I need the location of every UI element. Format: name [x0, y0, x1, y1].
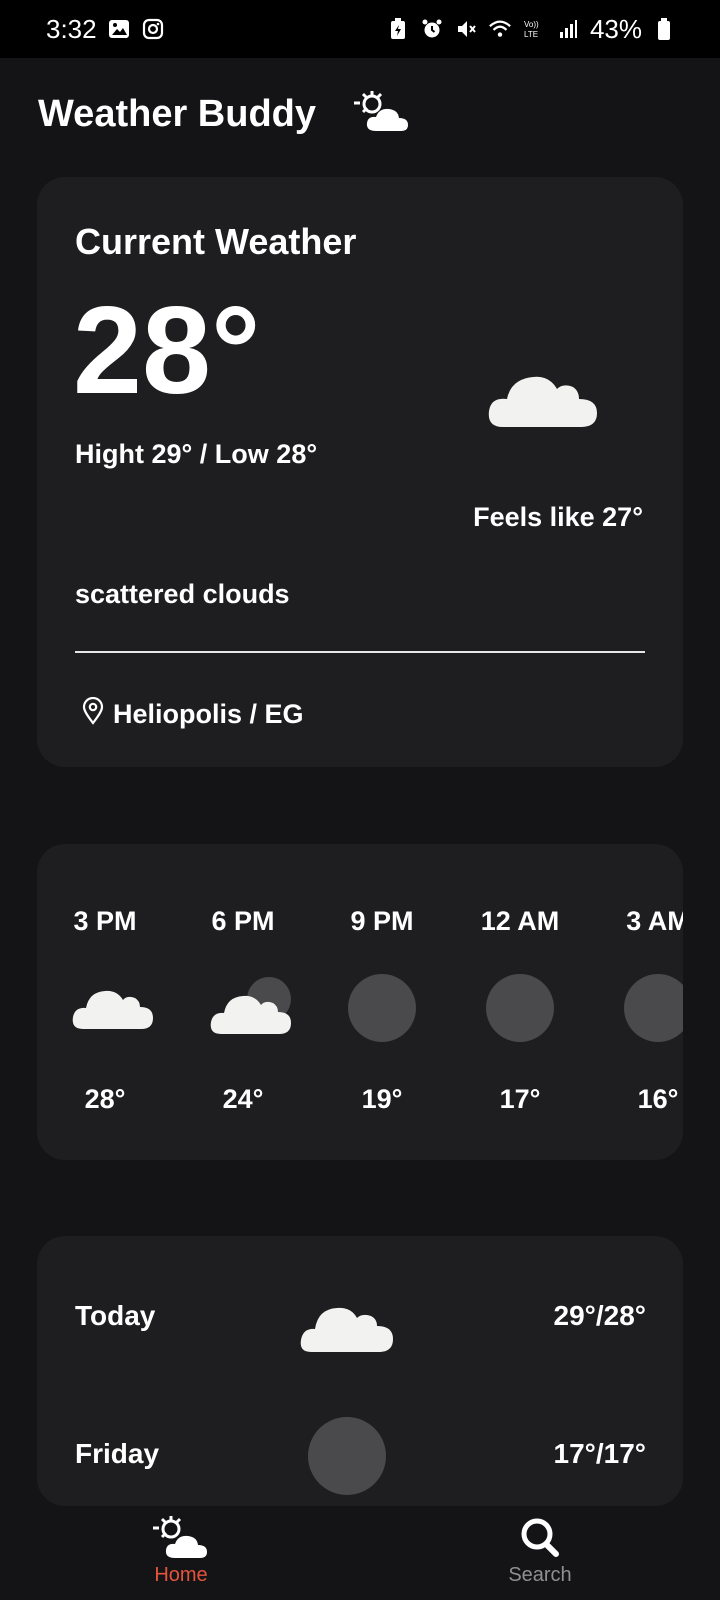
- high-low-temperature: Hight 29° / Low 28°: [75, 439, 318, 469]
- daily-row[interactable]: Today 29°/28°: [37, 1272, 683, 1362]
- hour-temperature: 16°: [637, 1084, 679, 1114]
- day-name: Today: [75, 1300, 156, 1331]
- status-time: 3:32: [46, 13, 97, 44]
- hour-time: 9 PM: [350, 906, 414, 936]
- divider: [75, 651, 645, 653]
- hourly-item: 3 AM 16°: [598, 844, 683, 1160]
- svg-text:Vo)): Vo)): [524, 20, 539, 29]
- hour-time: 12 AM: [480, 906, 560, 936]
- day-temperatures: 17°/17°: [553, 1438, 646, 1469]
- current-weather-title: Current Weather: [75, 221, 357, 262]
- hourly-item: 3 PM 28°: [45, 844, 165, 1160]
- status-bar: 3:32 Vo)) LTE 43%: [0, 0, 720, 58]
- hourly-forecast-card[interactable]: 3 PM 28° 6 PM 24° 9 PM 19° 12 AM 17° 3 A…: [37, 844, 683, 1160]
- daily-forecast-card[interactable]: Today 29°/28° Friday 17°/17°: [37, 1236, 683, 1506]
- hour-temperature: 17°: [499, 1084, 541, 1114]
- sun-cloud-icon: [151, 1514, 211, 1562]
- location-label: Heliopolis / EG: [113, 699, 304, 729]
- cloud-icon: [299, 1278, 395, 1358]
- hour-temperature: 24°: [222, 1084, 264, 1114]
- hour-temperature: 19°: [361, 1084, 403, 1114]
- bottom-navigation: Home Search: [0, 1508, 720, 1600]
- moon-icon: [299, 1416, 395, 1496]
- gallery-icon: [107, 17, 131, 41]
- battery-saver-icon: [386, 17, 410, 41]
- nav-home[interactable]: Home: [101, 1514, 261, 1598]
- svg-text:LTE: LTE: [524, 30, 538, 39]
- day-name: Friday: [75, 1438, 160, 1469]
- daily-row[interactable]: Friday 17°/17°: [37, 1410, 683, 1500]
- hourly-item: 6 PM 24°: [183, 844, 303, 1160]
- hour-time: 3 PM: [73, 906, 137, 936]
- weather-description: scattered clouds: [75, 579, 290, 609]
- day-temperatures: 29°/28°: [553, 1300, 646, 1331]
- status-left: 3:32: [46, 14, 165, 45]
- battery-percent: 43%: [589, 13, 642, 44]
- location-pin-icon: [81, 696, 105, 732]
- current-temperature: 28°: [73, 282, 261, 420]
- search-icon: [510, 1514, 570, 1562]
- moon-icon: [624, 974, 683, 1042]
- nav-search[interactable]: Search: [460, 1514, 620, 1598]
- sun-cloud-icon: [352, 87, 412, 142]
- feels-like: Feels like 27°: [473, 502, 643, 532]
- cloud-icon: [487, 357, 599, 429]
- app-header: Weather Buddy: [38, 86, 412, 142]
- wifi-icon: [488, 17, 512, 41]
- cloud-icon: [71, 974, 155, 1042]
- app-title: Weather Buddy: [38, 92, 317, 135]
- status-right: Vo)) LTE 43%: [386, 14, 676, 45]
- battery-icon: [652, 17, 676, 41]
- location: Heliopolis / EG: [81, 696, 304, 732]
- moon-icon: [348, 974, 432, 1042]
- hour-time: 6 PM: [211, 906, 275, 936]
- cloud-moon-icon: [209, 974, 293, 1042]
- volte-icon: Vo)) LTE: [522, 17, 546, 41]
- moon-icon: [486, 974, 570, 1042]
- instagram-icon: [141, 17, 165, 41]
- signal-icon: [556, 17, 580, 41]
- nav-home-label: Home: [154, 1564, 208, 1586]
- mute-icon: [454, 17, 478, 41]
- hour-temperature: 28°: [84, 1084, 126, 1114]
- hour-time: 3 AM: [626, 906, 683, 936]
- current-weather-card: Current Weather 28° Hight 29° / Low 28° …: [37, 177, 683, 767]
- hourly-item: 12 AM 17°: [460, 844, 580, 1160]
- hourly-item: 9 PM 19°: [322, 844, 442, 1160]
- alarm-icon: [420, 17, 444, 41]
- nav-search-label: Search: [508, 1564, 572, 1586]
